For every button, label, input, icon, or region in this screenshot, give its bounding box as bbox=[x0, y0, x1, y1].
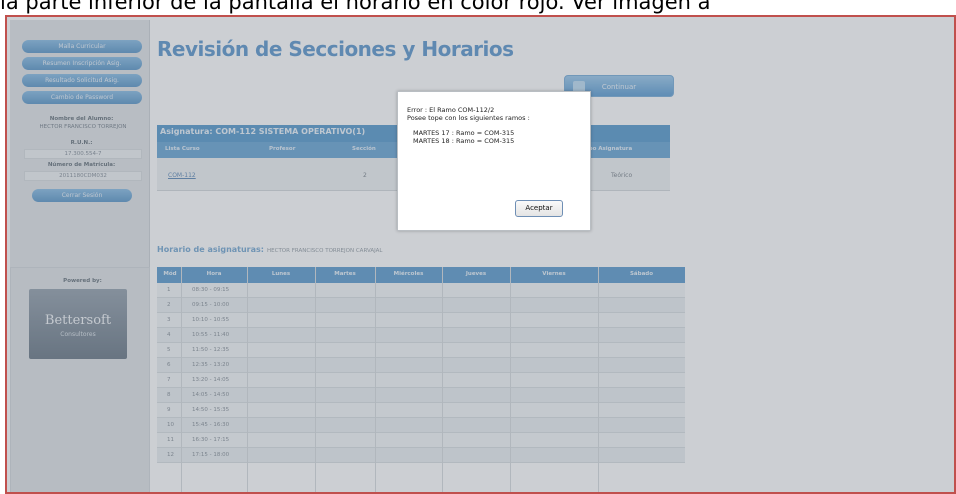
dialog-conflict-2: MARTES 18 : Ramo = COM-315 bbox=[413, 137, 515, 145]
app-window: Malla Curricular Resumen Inscripción Asi… bbox=[5, 15, 956, 494]
error-dialog: Error : El Ramo COM-112/2 Posee tope con… bbox=[397, 91, 591, 231]
dialog-conflict-1: MARTES 17 : Ramo = COM-315 bbox=[413, 129, 515, 137]
aceptar-button[interactable]: Aceptar bbox=[515, 200, 563, 217]
modal-overlay bbox=[7, 17, 954, 492]
screenshot-root: la parte inferior de la pantalla el hora… bbox=[0, 0, 956, 494]
dialog-message-line: Posee tope con los siguientes ramos : bbox=[407, 114, 530, 122]
dialog-error-line: Error : El Ramo COM-112/2 bbox=[407, 106, 495, 114]
